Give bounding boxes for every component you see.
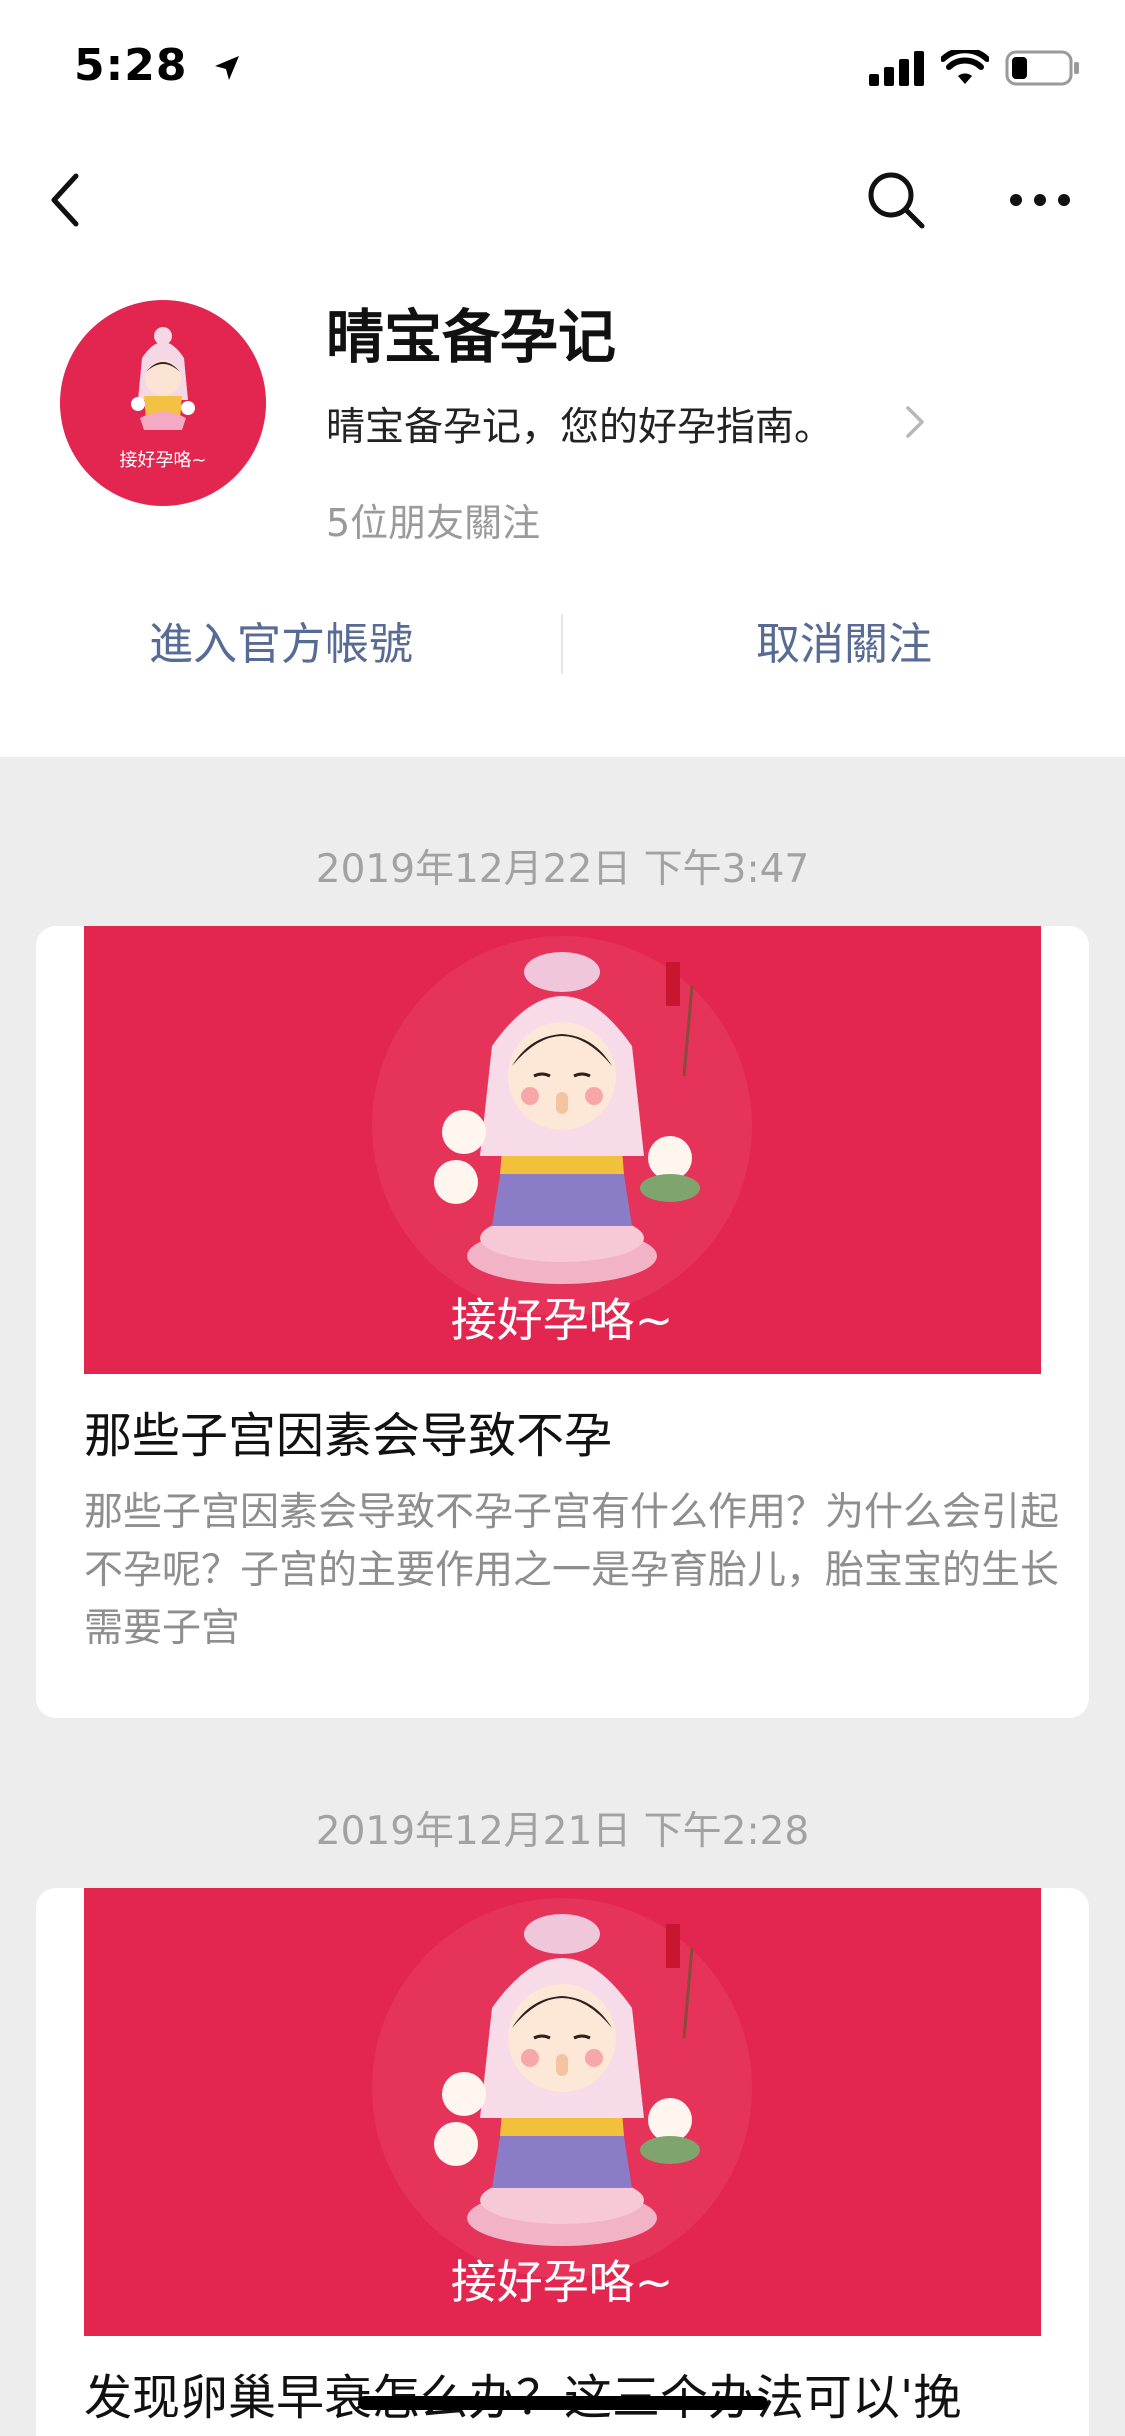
- article-summary: 那些子宫因素会导致不孕子宫有什么作用？为什么会引起不孕呢？子宫的主要作用之一是孕…: [84, 1490, 1060, 1651]
- cover-illustration: 接好孕咯~: [84, 926, 1041, 1374]
- avatar-illustration: 接好孕咯~: [119, 327, 207, 471]
- status-indicators: [869, 48, 1081, 88]
- article-title[interactable]: 发现卵巢早衰怎么办？这三个办法可以'挽: [84, 2358, 961, 2428]
- article-cover-image[interactable]: 接好孕咯~: [84, 1888, 1041, 2336]
- location-arrow-icon: [214, 56, 239, 80]
- cover-caption: 接好孕咯~: [451, 2255, 674, 2309]
- enter-official-account-button[interactable]: 進入官方帳號: [0, 600, 562, 690]
- unfollow-button[interactable]: 取消關注: [563, 600, 1125, 690]
- friends-following-count[interactable]: 5位朋友關注: [326, 492, 540, 547]
- search-icon[interactable]: [864, 168, 928, 232]
- profile-header: 5:28 接好孕咯~ 晴宝备孕记 晴宝备孕记，您的好孕指南。 5位朋友關注 進入…: [0, 0, 1125, 757]
- chevron-left-icon[interactable]: [40, 160, 90, 240]
- wifi-icon: [941, 50, 989, 84]
- status-time-text: 5:28: [74, 40, 188, 91]
- article-title[interactable]: 那些子宫因素会导致不孕: [84, 1396, 612, 1466]
- signal-icon: [869, 51, 924, 86]
- cover-illustration: 接好孕咯~: [84, 1888, 1041, 2336]
- battery-icon: [1005, 50, 1079, 86]
- account-description[interactable]: 晴宝备孕记，您的好孕指南。: [326, 396, 833, 452]
- official-account-profile-screen: 5:28 接好孕咯~ 晴宝备孕记 晴宝备孕记，您的好孕指南。 5位朋友關注 進入…: [0, 0, 1125, 2436]
- article-cover-image[interactable]: 接好孕咯~: [84, 926, 1041, 1374]
- article-timestamp: 2019年12月22日 下午3:47: [315, 847, 810, 892]
- article-card[interactable]: 接好孕咯~ 那些子宫因素会导致不孕 那些子宫因素会导致不孕子宫有什么作用？为什么…: [36, 926, 1089, 1718]
- article-card[interactable]: 接好孕咯~ 发现卵巢早衰怎么办？这三个办法可以'挽: [36, 1888, 1089, 2436]
- article-timestamp: 2019年12月21日 下午2:28: [315, 1809, 810, 1854]
- cover-caption: 接好孕咯~: [451, 1293, 674, 1347]
- avatar-caption: 接好孕咯~: [119, 450, 206, 471]
- more-dots-icon[interactable]: [1004, 176, 1076, 224]
- home-indicator[interactable]: [358, 2396, 768, 2410]
- chevron-right-icon[interactable]: [902, 400, 928, 444]
- status-time: 5:28: [74, 40, 242, 91]
- account-name: 晴宝备孕记: [326, 303, 617, 371]
- avatar[interactable]: 接好孕咯~: [60, 300, 266, 506]
